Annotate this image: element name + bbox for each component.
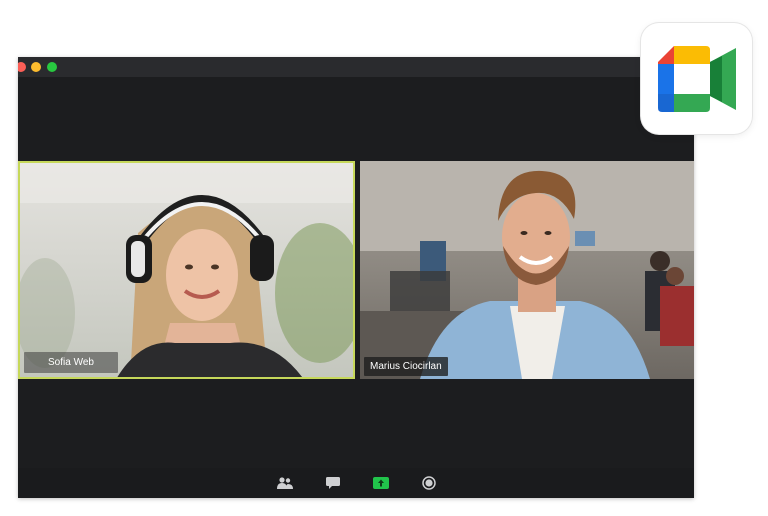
stage: Sofia Web Marius Ciocirlan [0,0,768,516]
participants-button[interactable] [276,474,294,492]
zoom-window-button[interactable] [47,62,57,72]
share-screen-icon [373,477,389,489]
video-call-window: Sofia Web Marius Ciocirlan [18,57,694,498]
google-meet-app-tile [641,23,752,134]
share-screen-button[interactable] [372,474,390,492]
participants-icon [277,477,293,489]
google-meet-icon [657,45,736,112]
chat-button[interactable] [324,474,342,492]
chat-icon [326,477,340,489]
participant-name-tag: Marius Ciocirlan [364,357,448,376]
participant-video-marius [360,161,694,379]
record-button[interactable] [420,474,438,492]
participant-video-sofia [20,163,353,377]
participant-name-tag: Sofia Web [24,352,118,373]
record-icon [422,476,436,490]
participant-tile-sofia[interactable]: Sofia Web [18,161,355,379]
title-bar [18,57,694,77]
meeting-toolbar [18,468,694,498]
close-window-button[interactable] [18,62,26,72]
participant-tile-marius[interactable]: Marius Ciocirlan [360,161,694,379]
minimize-window-button[interactable] [31,62,41,72]
